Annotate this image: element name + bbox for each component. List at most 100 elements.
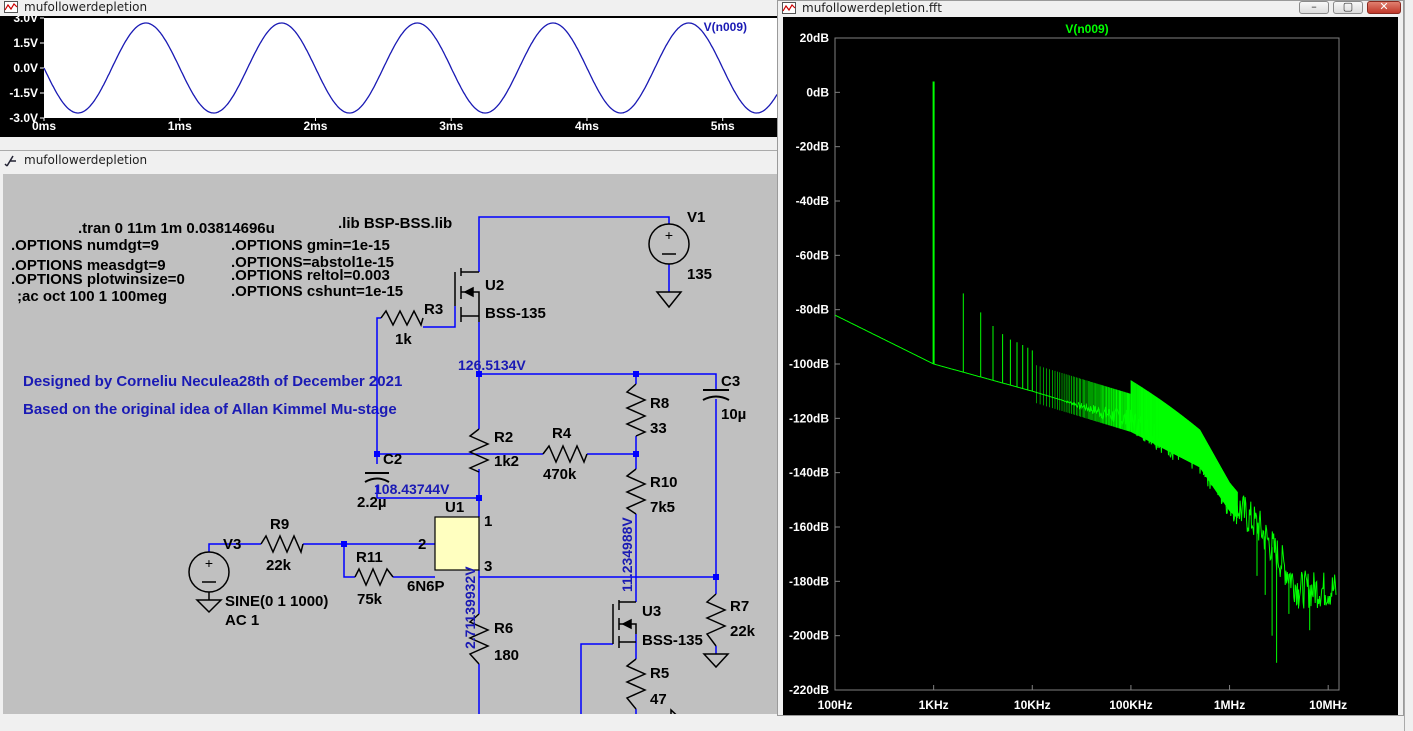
fft-x-tick-label: 100KHz [1109,698,1152,712]
minimize-icon: – [1311,1,1317,13]
fft-y-tick-label: -60dB [796,248,830,262]
u3-value[interactable]: BSS-135 [642,632,703,649]
v3-value[interactable]: SINE(0 1 1000) [225,593,328,610]
fft-x-tick-label: 1KHz [919,698,949,712]
u2-name[interactable]: U2 [485,277,504,294]
maximize-icon: ▢ [1342,1,1354,13]
waveform-titlebar[interactable]: mufollowerdepletion [0,0,777,16]
node-voltage-u3-gate: 11.234988V [619,517,635,592]
fft-y-tick-label: -140dB [789,466,829,480]
waveform-trace-label[interactable]: V(n009) [704,20,747,34]
r3-name[interactable]: R3 [424,301,443,318]
waveform-x-tick-label: 4ms [575,119,599,133]
directive-gmin[interactable]: .OPTIONS gmin=1e-15 [231,237,390,254]
v3-name[interactable]: V3 [223,536,241,553]
r11-value[interactable]: 75k [357,591,383,608]
close-button[interactable]: ✕ [1367,1,1401,14]
r4-name[interactable]: R4 [552,425,572,442]
r6-name[interactable]: R6 [494,620,513,637]
node-voltage-mid: 108.43744V [374,481,450,497]
svg-text:+: + [665,227,673,243]
directive-plotwinsize[interactable]: .OPTIONS plotwinsize=0 [11,271,185,288]
r2-value[interactable]: 1k2 [494,453,519,470]
waveform-x-tick-label: 2ms [303,119,327,133]
v1-value[interactable]: 135 [687,266,712,283]
fft-y-tick-label: -160dB [789,520,829,534]
plot-window-icon [782,2,796,14]
directive-tran[interactable]: .tran 0 11m 1m 0.03814696u [78,220,275,237]
fft-x-tick-label: 100Hz [818,698,853,712]
c2-name[interactable]: C2 [383,451,402,468]
waveform-window[interactable]: mufollowerdepletion V(n009) 3.0V 1.5V 0.0V… [0,0,777,137]
note-designed-by[interactable]: Designed by Corneliu Neculea28th of Dece… [23,373,402,390]
maximize-button[interactable]: ▢ [1333,1,1363,14]
directive-ac[interactable]: ;ac oct 100 1 100meg [17,288,167,305]
directive-lib[interactable]: .lib BSP-BSS.lib [338,215,452,232]
r10-value[interactable]: 7k5 [650,499,675,516]
schematic-window-icon [4,154,18,167]
c3-name[interactable]: C3 [721,373,740,390]
r9-value[interactable]: 22k [266,557,292,574]
fft-title: mufollowerdepletion.fft [802,1,942,15]
fft-x-tick-label: 1MHz [1214,698,1245,712]
fft-trace-label[interactable]: V(n009) [1065,22,1108,36]
u1-pin1: 1 [484,513,492,530]
schematic-title: mufollowerdepletion [24,153,148,167]
fft-y-tick-label: 20dB [800,31,830,45]
r6-value[interactable]: 180 [494,647,519,664]
schematic-window[interactable]: mufollowerdepletion .tran 0 11m 1m 0.038… [0,150,779,716]
c3-value[interactable]: 10µ [721,406,746,423]
r4-value[interactable]: 470k [543,466,577,483]
u2-value[interactable]: BSS-135 [485,305,546,322]
waveform-plot[interactable]: V(n009) 3.0V1.5V0.0V-1.5V-3.0V 0ms 1ms 2ms… [0,16,777,137]
fft-x-tick-label: 10KHz [1014,698,1051,712]
fft-y-tick-label: -40dB [796,194,830,208]
waveform-title: mufollowerdepletion [24,0,148,14]
note-based-on[interactable]: Based on the original idea of Allan Kimm… [23,401,397,418]
fft-window[interactable]: mufollowerdepletion.fft – ▢ ✕ V(n009) 20… [777,0,1404,716]
waveform-x-tick-label: 5ms [711,119,735,133]
fft-y-tick-label: -80dB [796,303,830,317]
waveform-x-tick-label: 1ms [168,119,192,133]
fft-plot[interactable]: V(n009) 20dB 0dB -20dB -40dB -60dB -80dB -100d… [783,17,1398,715]
u1-tube-icon[interactable] [434,516,480,571]
directive-numdgt[interactable]: .OPTIONS numdgt=9 [11,237,159,254]
r9-name[interactable]: R9 [270,516,289,533]
waveform-x-tick-label: 0ms [32,119,56,133]
schematic-canvas[interactable]: .tran 0 11m 1m 0.03814696u .lib BSP-BSS.… [3,174,778,714]
fft-x-tick-label: 10MHz [1309,698,1347,712]
r2-name[interactable]: R2 [494,429,513,446]
r11-name[interactable]: R11 [356,549,383,566]
plot-window-icon [4,1,18,13]
r3-value[interactable]: 1k [395,331,412,348]
u1-name[interactable]: U1 [445,499,464,516]
r7-name[interactable]: R7 [730,598,749,615]
u1-pin2: 2 [418,536,426,553]
fft-y-tick-label: -220dB [789,683,829,697]
u1-value[interactable]: 6N6P [407,578,445,595]
v3-ac[interactable]: AC 1 [225,612,259,629]
close-icon: ✕ [1379,1,1389,13]
directive-cshunt[interactable]: .OPTIONS cshunt=1e-15 [231,283,403,300]
r8-name[interactable]: R8 [650,395,669,412]
directive-reltol[interactable]: .OPTIONS reltol=0.003 [231,267,390,284]
r10-name[interactable]: R10 [650,474,678,491]
r8-value[interactable]: 33 [650,420,667,437]
r5-name[interactable]: R5 [650,665,669,682]
fft-y-tick-label: 0dB [806,85,829,99]
r7-value[interactable]: 22k [730,623,756,640]
waveform-y-tick-label: -1.5V [9,86,38,100]
waveform-y-tick-label: 3.0V [13,16,38,25]
waveform-x-tick-label: 3ms [439,119,463,133]
u3-name[interactable]: U3 [642,603,661,620]
waveform-y-tick-label: 1.5V [13,36,38,50]
v1-name[interactable]: V1 [687,209,705,226]
u1-pin3: 3 [484,558,492,575]
fft-y-tick-label: -200dB [789,629,829,643]
r5-value[interactable]: 47 [650,691,667,708]
schematic-titlebar[interactable]: mufollowerdepletion [0,153,779,169]
background-window-edge [1404,0,1413,731]
fft-titlebar[interactable]: mufollowerdepletion.fft – ▢ ✕ [778,1,1403,17]
waveform-plot-area [44,18,777,118]
minimize-button[interactable]: – [1299,1,1329,14]
